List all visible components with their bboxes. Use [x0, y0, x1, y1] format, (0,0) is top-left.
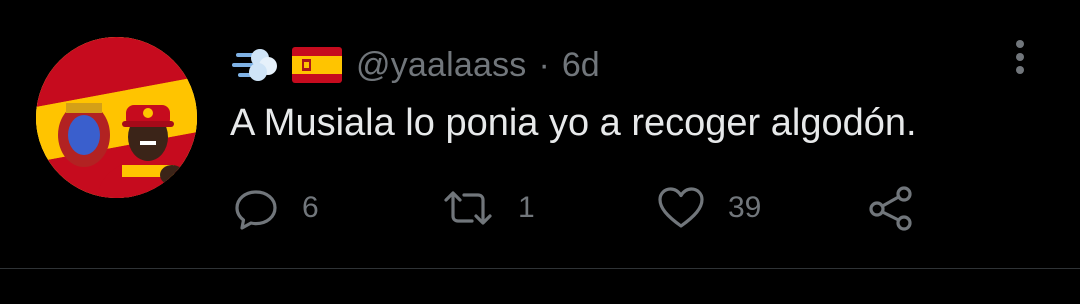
- tweet-timestamp[interactable]: 6d: [562, 46, 600, 85]
- reply-count: 6: [302, 191, 319, 224]
- avatar-image: [36, 37, 197, 198]
- author-handle[interactable]: @yaalaass: [356, 46, 527, 85]
- like-count: 39: [728, 191, 762, 224]
- like-button[interactable]: 39: [656, 184, 761, 232]
- dash-emoji-icon: [232, 46, 278, 84]
- reply-icon: [232, 184, 280, 232]
- tweet[interactable]: @yaalaass · 6d A Musiala lo ponia yo a r…: [0, 0, 1080, 268]
- spain-flag-icon: [292, 47, 342, 83]
- header-separator: ·: [538, 45, 550, 84]
- share-button[interactable]: [866, 184, 916, 232]
- tweet-header: @yaalaass · 6d: [232, 40, 600, 90]
- share-icon: [866, 184, 916, 232]
- avatar[interactable]: [36, 37, 197, 198]
- tweet-text: A Musiala lo ponia yo a recoger algodón.: [230, 102, 917, 144]
- more-options-icon[interactable]: [1006, 38, 1034, 78]
- retweet-icon: [440, 184, 496, 232]
- retweet-button[interactable]: 1: [440, 184, 535, 232]
- heart-icon: [656, 184, 706, 232]
- tweet-divider: [0, 268, 1080, 269]
- tweet-actions: 6 1 39: [232, 184, 952, 232]
- reply-button[interactable]: 6: [232, 184, 319, 232]
- retweet-count: 1: [518, 191, 535, 224]
